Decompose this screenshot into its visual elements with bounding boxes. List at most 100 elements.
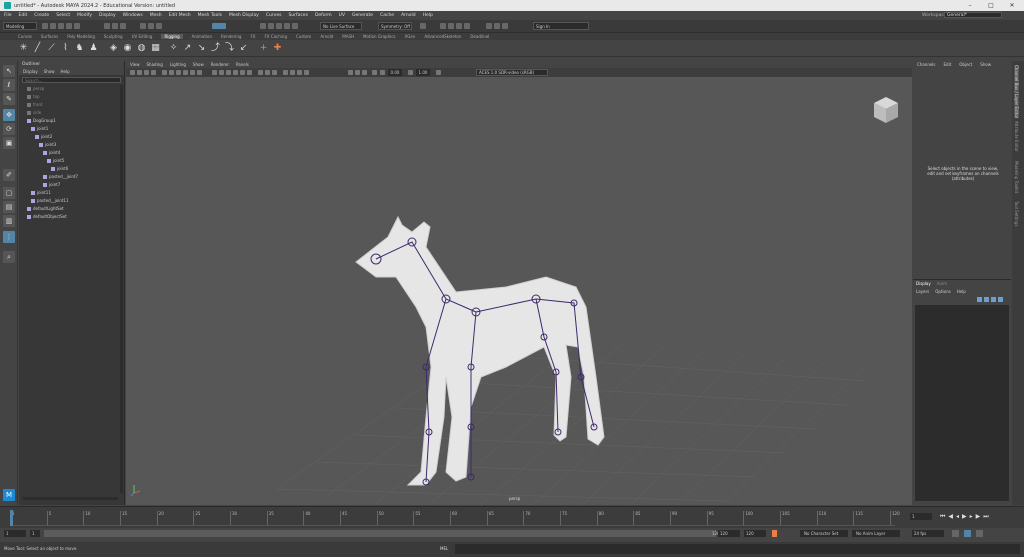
outliner-row[interactable]: pasted__joint7 [43,173,78,180]
bookmark-icon[interactable] [144,70,149,75]
shelf-tab-surfaces[interactable]: Surfaces [41,34,58,39]
shelf-tab-custom[interactable]: Custom [296,34,311,39]
open-scene-icon[interactable] [50,23,56,29]
audio-icon[interactable] [964,530,971,537]
last-tool-icon[interactable]: ✐ [3,169,15,181]
isolate-select-icon[interactable] [283,70,288,75]
undo-icon[interactable] [66,23,72,29]
outliner-row[interactable]: joint5 [47,157,64,164]
menu-cache[interactable]: Cache [380,13,394,18]
shelf-tab-arnold[interactable]: Arnold [320,34,333,39]
menu-display[interactable]: Display [99,13,116,18]
layer-menu-layers[interactable]: Layers [916,289,929,294]
menu-modify[interactable]: Modify [77,13,92,18]
shadows-icon[interactable] [247,70,252,75]
orient-constraint-icon[interactable]: ⤴ [210,43,221,54]
ik-handle-icon[interactable]: ⟋ [46,43,57,54]
snap-surface-icon[interactable] [292,23,298,29]
viewport-menu-renderer[interactable]: Renderer [211,61,229,68]
channel-box-menu-show[interactable]: Show [980,61,991,68]
outliner-row[interactable]: defaultObjectSet [27,213,67,220]
current-frame-field[interactable]: 1 [910,513,932,520]
field-chart-icon[interactable] [190,70,195,75]
select-tool-icon[interactable]: ↖ [3,65,15,77]
animation-end-field[interactable]: 120 [744,530,766,537]
paint-select-icon[interactable]: ✎ [3,93,15,105]
menu-create[interactable]: Create [34,13,49,18]
menu-generate[interactable]: Generate [352,13,373,18]
channel-box-menu-channels[interactable]: Channels [917,61,936,68]
character-set-dropdown[interactable]: No Character Set [800,530,848,537]
outliner-row[interactable]: joint7 [43,181,60,188]
hypershade-icon[interactable] [464,23,470,29]
shelf-tab-mash[interactable]: MASH [342,34,354,39]
paint-weights-icon[interactable]: ◉ [122,43,133,54]
menu-mesh-tools[interactable]: Mesh Tools [198,13,222,18]
outliner-layout-icon[interactable]: ⋮ [3,231,15,243]
minimize-button[interactable]: – [960,0,980,11]
exposure-icon[interactable] [380,70,385,75]
render-settings-icon[interactable] [456,23,462,29]
outliner-row[interactable]: top [27,93,40,100]
point-constraint-icon[interactable]: ↗ [182,43,193,54]
outliner-scrollbar[interactable] [120,85,123,493]
shelf-tab-animation[interactable]: Animation [192,34,212,39]
side-tab-tool-settings[interactable]: Tool Settings [1014,201,1019,226]
smooth-bind-icon[interactable]: ◍ [136,43,147,54]
move-tool-icon[interactable]: ✥ [3,109,15,121]
camera-select-icon[interactable] [130,70,135,75]
shelf-tab-fx[interactable]: FX [250,34,255,39]
snap-point-icon[interactable] [276,23,282,29]
layer-menu-help[interactable]: Help [957,289,966,294]
resolution-gate-icon[interactable] [176,70,181,75]
maximize-button[interactable]: □ [981,0,1001,11]
anti-aliasing-icon[interactable] [272,70,277,75]
safe-action-icon[interactable] [197,70,202,75]
menu-help[interactable]: Help [423,13,433,18]
outliner-menu-show[interactable]: Show [44,68,55,75]
search-icon[interactable]: ⌕ [3,251,15,263]
new-layer-icon[interactable] [991,297,996,302]
lattice-icon[interactable]: ▦ [150,43,161,54]
select-object-icon[interactable] [112,23,118,29]
close-button[interactable]: ✕ [1002,0,1022,11]
outliner-row[interactable]: joint2 [35,133,52,140]
xray-joints-icon[interactable] [304,70,309,75]
menu-arnold[interactable]: Arnold [401,13,416,18]
shelf-tab-uv-editing[interactable]: UV Editing [132,34,153,39]
outliner-h-scrollbar[interactable] [23,497,118,500]
backface-icon[interactable] [362,70,367,75]
loop-icon[interactable] [952,530,959,537]
viewport-panel[interactable]: View Shading Lighting Show Renderer Pane… [126,61,912,505]
view-cube[interactable] [874,97,898,123]
wireframe-icon[interactable] [212,70,217,75]
outliner-row[interactable]: joint4 [43,149,60,156]
xray-active-icon[interactable] [297,70,302,75]
layer-menu-options[interactable]: Options [935,289,950,294]
ipr-render-icon[interactable] [448,23,454,29]
sign-in-dropdown[interactable]: Sign In [533,22,589,30]
outliner-row[interactable]: joint6 [51,165,68,172]
viewport-scene[interactable] [126,77,912,505]
cluster-icon[interactable]: ✧ [168,43,179,54]
outliner-row[interactable]: side [27,109,41,116]
arnold-settings-icon[interactable] [502,23,508,29]
layer-tab-anim[interactable]: Anim [937,281,947,286]
playback-end-field[interactable]: 120 [718,530,740,537]
move-layer-up-icon[interactable] [977,297,982,302]
layer-list[interactable] [915,305,1009,501]
new-scene-icon[interactable] [42,23,48,29]
side-tab-modeling-toolkit[interactable]: Modeling Toolkit [1014,161,1019,193]
pick-mask-icon[interactable] [148,23,154,29]
wireframe-on-shaded-icon[interactable] [226,70,231,75]
move-layer-down-icon[interactable] [984,297,989,302]
live-surface-dropdown[interactable]: No Live Surface [320,22,362,30]
shelf-tab-rendering[interactable]: Rendering [221,34,241,39]
shelf-tab-poly-modeling[interactable]: Poly Modeling [67,34,95,39]
pick-mask-icon[interactable] [156,23,162,29]
time-slider[interactable]: 1 5 10 15 20 25 30 35 40 45 50 55 60 65 70 75 80 85 90 95 10… [0,506,1024,528]
channel-box-menu-object[interactable]: Object [959,61,972,68]
gate-mask-icon[interactable] [183,70,188,75]
side-tab-attribute-editor[interactable]: Attribute Editor [1014,121,1019,152]
menu-mesh[interactable]: Mesh [150,13,162,18]
